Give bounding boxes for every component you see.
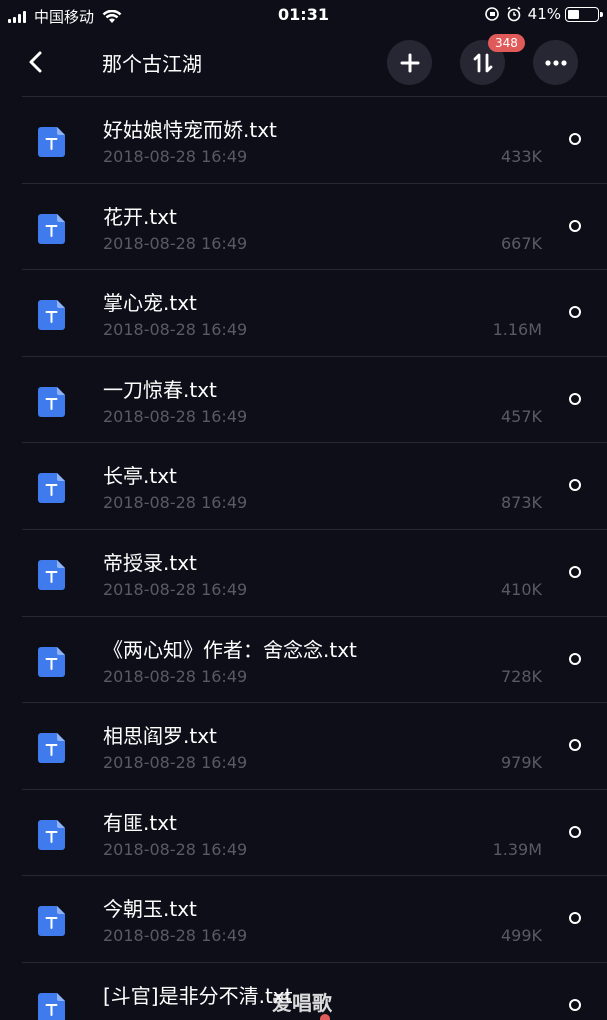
- file-size: 1.16M: [492, 320, 542, 340]
- select-radio[interactable]: [569, 392, 581, 405]
- file-size: 873K: [500, 493, 542, 513]
- battery-percent: 41%: [527, 5, 561, 23]
- status-right: 41%: [484, 5, 603, 23]
- file-size: 499K: [500, 926, 542, 946]
- transfer-count-badge: 348: [488, 34, 525, 52]
- file-date: 2018-08-28 16:49: [103, 320, 248, 340]
- select-radio[interactable]: [569, 306, 581, 319]
- file-size: 1.39M: [492, 839, 542, 859]
- file-date: 2018-08-28 16:49: [103, 579, 248, 599]
- back-button[interactable]: [22, 48, 50, 76]
- txt-file-icon: [38, 906, 65, 937]
- file-date: 2018-08-28 16:49: [103, 233, 248, 253]
- file-name: 好姑娘恃宠而娇.txt: [103, 118, 277, 142]
- txt-file-icon: [38, 733, 65, 764]
- file-row[interactable]: 有匪.txt 2018-08-28 16:49 1.39M: [22, 788, 607, 876]
- select-radio[interactable]: [569, 133, 581, 145]
- file-name: 相思阎罗.txt: [103, 724, 217, 749]
- txt-file-icon: [38, 300, 65, 331]
- more-button[interactable]: [533, 40, 578, 85]
- file-list: 好姑娘恃宠而娇.txt 2018-08-28 16:49 433K 花开.txt 201…: [0, 96, 607, 1020]
- notification-dot: [320, 1014, 330, 1020]
- battery-fill: [568, 9, 579, 19]
- select-radio[interactable]: [569, 219, 581, 232]
- file-date: 2018-08-28 16:49: [103, 147, 248, 166]
- file-name: 《两心知》作者：舍念念.txt: [103, 637, 357, 662]
- file-row[interactable]: 一刀惊春.txt 2018-08-28 16:49 457K: [22, 355, 607, 443]
- file-row[interactable]: 好姑娘恃宠而娇.txt 2018-08-28 16:49 433K: [22, 96, 607, 183]
- file-row[interactable]: 花开.txt 2018-08-28 16:49 667K: [22, 182, 607, 270]
- watermark-text: 爱唱歌: [272, 991, 332, 1015]
- txt-file-icon: [38, 473, 65, 504]
- file-name: 有匪.txt: [103, 810, 177, 835]
- file-size: 667K: [500, 233, 542, 253]
- file-name: 今朝玉.txt: [103, 897, 197, 922]
- file-size: 410K: [500, 579, 542, 599]
- select-radio[interactable]: [569, 739, 581, 752]
- file-name: 帝授录.txt: [103, 550, 197, 575]
- select-radio[interactable]: [569, 998, 581, 1011]
- file-name: 长亭.txt: [103, 464, 177, 489]
- txt-file-icon: [38, 213, 65, 244]
- file-date: 2018-08-28 16:49: [103, 493, 248, 513]
- file-row[interactable]: 相思阎罗.txt 2018-08-28 16:49 979K: [22, 702, 607, 789]
- file-row[interactable]: 《两心知》作者：舍念念.txt 2018-08-28 16:49 728K: [22, 615, 607, 703]
- file-date: 2018-08-28 16:49: [103, 839, 248, 859]
- txt-file-icon: [38, 386, 65, 417]
- battery-icon: [565, 6, 603, 22]
- file-size: 433K: [500, 147, 542, 166]
- file-date: 2018-08-28 16:49: [103, 753, 248, 773]
- add-button[interactable]: [387, 40, 432, 85]
- alarm-icon: [507, 6, 521, 22]
- file-row[interactable]: 掌心宠.txt 2018-08-28 16:49 1.16M: [22, 269, 607, 356]
- txt-file-icon: [38, 819, 65, 850]
- file-name: [斗官]是非分不清.txt: [103, 983, 293, 1008]
- file-size: 457K: [500, 406, 542, 426]
- page-title: 那个古江湖: [102, 52, 202, 76]
- nav-bar: 那个古江湖 348: [0, 32, 607, 94]
- ellipsis-icon: [544, 59, 567, 66]
- file-date: 2018-08-28 16:49: [103, 406, 248, 426]
- select-radio[interactable]: [569, 652, 581, 665]
- select-radio[interactable]: [569, 479, 581, 492]
- file-size: 979K: [500, 753, 542, 773]
- txt-file-icon: [38, 992, 65, 1020]
- txt-file-icon: [38, 127, 65, 157]
- file-name: 花开.txt: [103, 204, 177, 229]
- file-name: 一刀惊春.txt: [103, 377, 217, 402]
- txt-file-icon: [38, 646, 65, 677]
- status-bar: 中国移动 01:31 41%: [0, 0, 607, 32]
- file-name: 掌心宠.txt: [103, 291, 197, 316]
- txt-file-icon: [38, 559, 65, 590]
- select-radio[interactable]: [569, 825, 581, 838]
- orientation-lock-icon: [484, 7, 499, 21]
- app-screen: 中国移动 01:31 41% 那个古江湖 348 好姑娘恃宠而娇.txt 201…: [0, 0, 607, 1020]
- file-size: 728K: [500, 666, 542, 686]
- select-radio[interactable]: [569, 565, 581, 578]
- up-down-arrows-icon: [473, 53, 492, 72]
- file-date: 2018-08-28 16:49: [103, 666, 248, 686]
- file-row[interactable]: 长亭.txt 2018-08-28 16:49 873K: [22, 442, 607, 529]
- file-date: 2018-08-28 16:49: [103, 926, 248, 946]
- plus-icon: [400, 53, 419, 72]
- chevron-left-icon: [29, 51, 42, 73]
- file-row[interactable]: 今朝玉.txt 2018-08-28 16:49 499K: [22, 875, 607, 962]
- file-row[interactable]: 帝授录.txt 2018-08-28 16:49 410K: [22, 528, 607, 616]
- select-radio[interactable]: [569, 912, 581, 925]
